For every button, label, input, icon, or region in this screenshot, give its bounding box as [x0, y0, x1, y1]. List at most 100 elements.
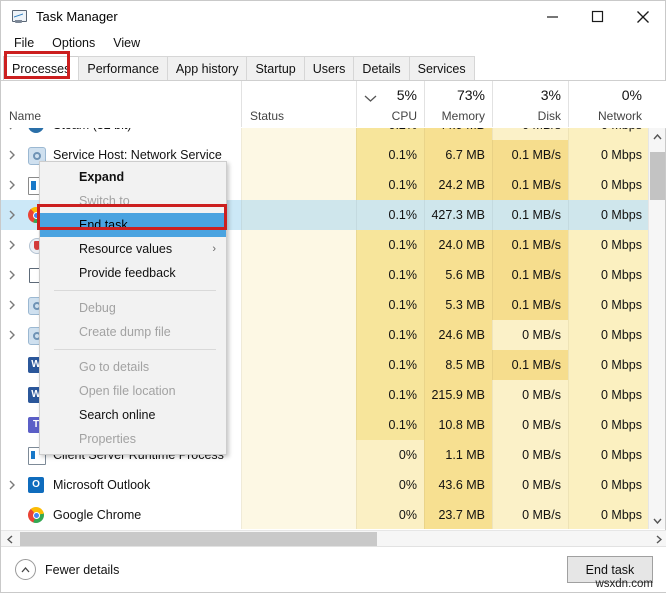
- cell-status: [241, 380, 356, 410]
- cell-memory: 5.3 MB: [424, 290, 492, 320]
- cell-cpu: 0.1%: [356, 170, 424, 200]
- context-menu-item-provide-feedback[interactable]: Provide feedback: [40, 261, 226, 285]
- minimize-button[interactable]: [530, 1, 575, 32]
- context-menu-item-label: Expand: [79, 170, 125, 184]
- tab-app-history[interactable]: App history: [166, 56, 248, 80]
- chevron-right-icon[interactable]: [9, 209, 21, 221]
- table-row[interactable]: Google Chrome 0% 23.7 MB 0 MB/s 0 Mbps: [1, 500, 649, 529]
- context-menu-item-label: Provide feedback: [79, 266, 176, 280]
- cell-status: [241, 200, 356, 230]
- menu-options[interactable]: Options: [43, 34, 104, 52]
- cell-network: 0 Mbps: [568, 140, 649, 170]
- column-header-disk[interactable]: 3% Disk: [492, 81, 568, 127]
- cell-cpu: 0%: [356, 470, 424, 500]
- menu-file[interactable]: File: [5, 34, 43, 52]
- cell-network: 0 Mbps: [568, 470, 649, 500]
- cell-memory: 23.7 MB: [424, 500, 492, 529]
- scroll-down-icon[interactable]: [649, 512, 666, 529]
- cell-disk: 0.1 MB/s: [492, 170, 568, 200]
- context-menu-item-label: End task: [79, 218, 128, 232]
- context-menu-item-debug: Debug: [40, 296, 226, 320]
- cell-disk: 0 MB/s: [492, 380, 568, 410]
- tab-startup[interactable]: Startup: [246, 56, 305, 80]
- column-header-row: Name Status 5% CPU 73% Memory 3% Disk 0%…: [1, 81, 666, 129]
- cell-disk: 0.1 MB/s: [492, 200, 568, 230]
- tab-users[interactable]: Users: [303, 56, 355, 80]
- context-menu-item-label: Switch to: [79, 194, 130, 208]
- table-row[interactable]: Microsoft Outlook 0%43.6 MB0 MB/s0 Mbps: [1, 470, 649, 500]
- cell-cpu: 0.1%: [356, 380, 424, 410]
- cell-memory: 10.8 MB: [424, 410, 492, 440]
- cell-status: [241, 410, 356, 440]
- cell-memory: 5.6 MB: [424, 260, 492, 290]
- cell-cpu: 0.1%: [356, 140, 424, 170]
- cell-memory: 6.7 MB: [424, 140, 492, 170]
- cell-cpu: 0.1%: [356, 260, 424, 290]
- column-header-cpu[interactable]: 5% CPU: [356, 81, 424, 127]
- cell-network: 0 Mbps: [568, 440, 649, 470]
- cell-network: 0 Mbps: [568, 260, 649, 290]
- vertical-scroll-thumb[interactable]: [650, 152, 665, 200]
- context-menu-item-resource-values[interactable]: Resource values ›: [40, 237, 226, 261]
- cell-status: [241, 170, 356, 200]
- context-menu-item-label: Go to details: [79, 360, 150, 374]
- column-header-memory[interactable]: 73% Memory: [424, 81, 492, 127]
- cell-status: [241, 440, 356, 470]
- chevron-right-icon[interactable]: [9, 479, 21, 491]
- fewer-details-button[interactable]: Fewer details: [15, 559, 119, 580]
- cell-memory: 427.3 MB: [424, 200, 492, 230]
- scroll-up-icon[interactable]: [649, 128, 666, 145]
- context-menu-item-expand[interactable]: Expand: [40, 165, 226, 189]
- process-name-label: Microsoft Outlook: [53, 478, 151, 492]
- cell-network: 0 Mbps: [568, 380, 649, 410]
- cell-status: [241, 230, 356, 260]
- horizontal-scrollbar[interactable]: [1, 530, 666, 547]
- cell-network: 0 Mbps: [568, 320, 649, 350]
- cell-status: [241, 128, 356, 140]
- vertical-scrollbar[interactable]: [648, 128, 665, 529]
- tab-processes[interactable]: Processes: [3, 56, 80, 80]
- chevron-right-icon[interactable]: [9, 128, 21, 131]
- chevron-right-icon[interactable]: [9, 269, 21, 281]
- context-menu-item-switch-to: Switch to: [40, 189, 226, 213]
- tab-details[interactable]: Details: [353, 56, 410, 80]
- context-menu-item-label: Resource values: [79, 242, 173, 256]
- chevron-right-icon[interactable]: [9, 179, 21, 191]
- context-menu-separator: [54, 349, 216, 350]
- context-menu-item-open-file-location: Open file location: [40, 379, 226, 403]
- horizontal-scroll-thumb[interactable]: [20, 532, 377, 547]
- close-button[interactable]: [620, 1, 665, 32]
- chevron-right-icon[interactable]: [9, 149, 21, 161]
- context-menu-item-end-task[interactable]: End task: [40, 213, 226, 237]
- context-menu-item-search-online[interactable]: Search online: [40, 403, 226, 427]
- column-header-network[interactable]: 0% Network: [568, 81, 649, 127]
- cell-cpu: 0.1%: [356, 320, 424, 350]
- chevron-right-icon[interactable]: [9, 329, 21, 341]
- tab-performance[interactable]: Performance: [78, 56, 168, 80]
- maximize-button[interactable]: [575, 1, 620, 32]
- cell-status: [241, 320, 356, 350]
- cell-network: 0 Mbps: [568, 290, 649, 320]
- footer-bar: Fewer details End task wsxdn.com: [1, 546, 666, 592]
- table-row[interactable]: Steam (32 bit) 0.2%44.9 MB0 MB/s0 Mbps: [1, 128, 649, 140]
- chevron-right-icon[interactable]: [9, 299, 21, 311]
- process-context-menu[interactable]: Expand Switch to End task Resource values › P…: [39, 161, 227, 455]
- menu-view[interactable]: View: [104, 34, 149, 52]
- chevron-right-icon[interactable]: [9, 239, 21, 251]
- process-name-cell[interactable]: Steam (32 bit): [1, 128, 241, 140]
- context-menu-item-label: Search online: [79, 408, 156, 422]
- process-name-cell[interactable]: Microsoft Outlook: [1, 470, 241, 500]
- cell-network: 0 Mbps: [568, 500, 649, 529]
- column-header-status[interactable]: Status: [241, 81, 356, 127]
- cell-disk: 0 MB/s: [492, 470, 568, 500]
- menu-bar: File Options View: [1, 32, 665, 54]
- cell-cpu: 0.1%: [356, 290, 424, 320]
- cell-memory: 215.9 MB: [424, 380, 492, 410]
- tab-services[interactable]: Services: [408, 56, 475, 80]
- cell-status: [241, 290, 356, 320]
- process-name-cell[interactable]: Google Chrome: [1, 500, 241, 529]
- column-header-name[interactable]: Name: [1, 81, 241, 127]
- chevron-up-circle-icon: [15, 559, 36, 580]
- cell-network: 0 Mbps: [568, 350, 649, 380]
- outlook-icon: [28, 477, 44, 493]
